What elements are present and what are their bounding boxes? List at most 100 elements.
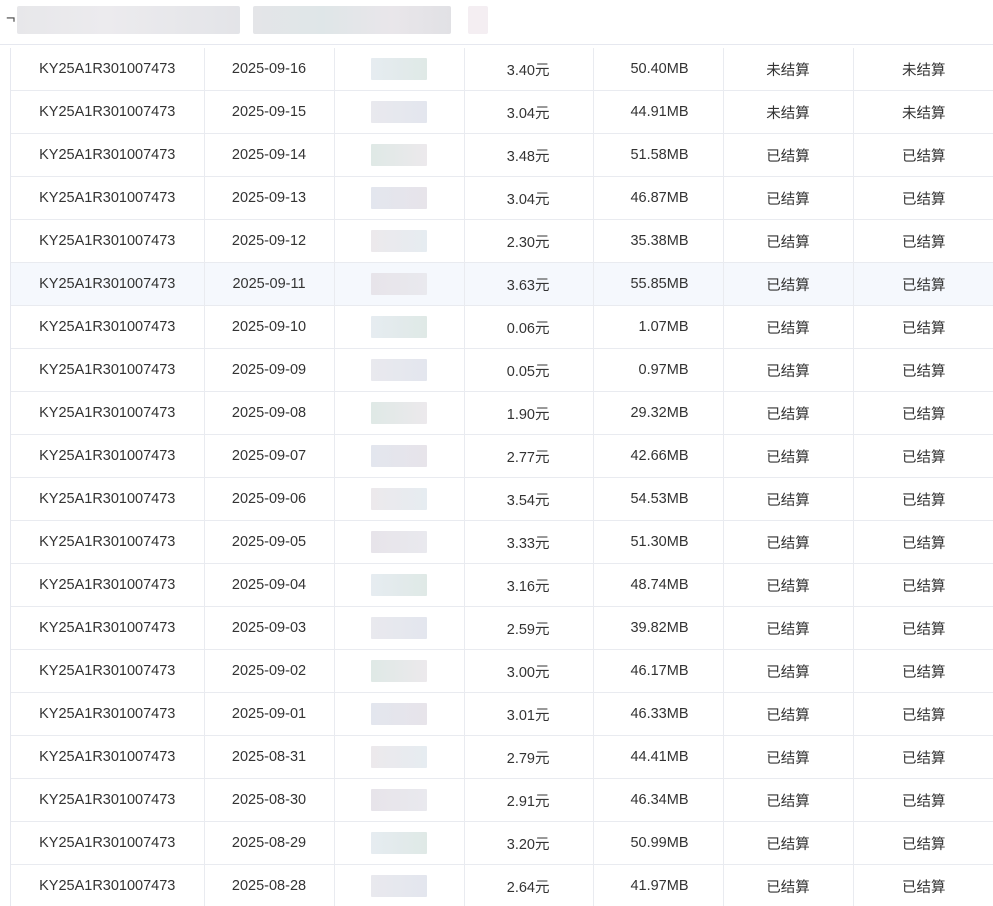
table-row[interactable]: KY25A1R301007473 2025-08-28 2.64元 41.97MB 已结…: [11, 864, 993, 906]
redacted-cell: [334, 735, 465, 779]
traffic-cell: 0.97MB: [593, 348, 724, 392]
traffic-cell: 46.33MB: [593, 692, 724, 736]
table-row[interactable]: KY25A1R301007473 2025-09-10 0.06元 1.07MB 已结算…: [11, 305, 993, 349]
traffic-cell: 46.34MB: [593, 778, 724, 822]
device-id-cell: KY25A1R301007473: [11, 48, 205, 91]
redacted-block: [371, 273, 427, 295]
redacted-header-text: [468, 6, 488, 34]
traffic-cell: 51.30MB: [593, 520, 724, 564]
redacted-block: [371, 187, 427, 209]
device-id-cell: KY25A1R301007473: [11, 692, 205, 736]
table-row[interactable]: KY25A1R301007473 2025-08-29 3.20元 50.99MB 已结…: [11, 821, 993, 865]
table-row[interactable]: KY25A1R301007473 2025-09-07 2.77元 42.66MB 已结…: [11, 434, 993, 478]
settlement-status-cell: 已结算: [853, 606, 993, 650]
table-row[interactable]: KY25A1R301007473 2025-09-11 3.63元 55.85MB 已结…: [11, 262, 993, 306]
redacted-cell: [334, 219, 465, 263]
redacted-block: [371, 316, 427, 338]
traffic-cell: 1.07MB: [593, 305, 724, 349]
traffic-cell: 44.91MB: [593, 90, 724, 134]
traffic-cell: 46.87MB: [593, 176, 724, 220]
amount-cell: 3.01元: [464, 692, 594, 736]
amount-cell: 3.20元: [464, 821, 594, 865]
traffic-cell: 55.85MB: [593, 262, 724, 306]
amount-cell: 3.48元: [464, 133, 594, 177]
table-row[interactable]: KY25A1R301007473 2025-09-08 1.90元 29.32MB 已结…: [11, 391, 993, 435]
device-id-cell: KY25A1R301007473: [11, 563, 205, 607]
redacted-header-text: [17, 6, 240, 34]
table-row[interactable]: KY25A1R301007473 2025-09-02 3.00元 46.17MB 已结…: [11, 649, 993, 693]
redacted-block: [371, 58, 427, 80]
table-row[interactable]: KY25A1R301007473 2025-09-01 3.01元 46.33MB 已结…: [11, 692, 993, 736]
redacted-block: [371, 144, 427, 166]
settlement-status-cell: 已结算: [723, 563, 854, 607]
table-row[interactable]: KY25A1R301007473 2025-09-13 3.04元 46.87MB 已结…: [11, 176, 993, 220]
redacted-cell: [334, 391, 465, 435]
device-id-cell: KY25A1R301007473: [11, 477, 205, 521]
billing-table-container[interactable]: KY25A1R301007473 2025-09-16 3.40元 50.40MB 未结…: [10, 48, 993, 906]
settlement-status-cell: 已结算: [853, 520, 993, 564]
amount-cell: 0.06元: [464, 305, 594, 349]
traffic-cell: 50.40MB: [593, 48, 724, 91]
redacted-block: [371, 445, 427, 467]
amount-cell: 3.04元: [464, 176, 594, 220]
settlement-status-cell: 未结算: [853, 90, 993, 134]
settlement-status-cell: 已结算: [723, 778, 854, 822]
redacted-block: [371, 402, 427, 424]
top-bar: ¬: [0, 0, 993, 45]
traffic-cell: 41.97MB: [593, 864, 724, 906]
amount-cell: 3.40元: [464, 48, 594, 91]
table-row[interactable]: KY25A1R301007473 2025-09-15 3.04元 44.91MB 未结…: [11, 90, 993, 134]
redacted-cell: [334, 778, 465, 822]
redacted-cell: [334, 262, 465, 306]
traffic-cell: 48.74MB: [593, 563, 724, 607]
device-id-cell: KY25A1R301007473: [11, 176, 205, 220]
traffic-cell: 39.82MB: [593, 606, 724, 650]
amount-cell: 3.54元: [464, 477, 594, 521]
settlement-status-cell: 未结算: [723, 48, 854, 91]
settlement-status-cell: 已结算: [853, 176, 993, 220]
date-cell: 2025-09-04: [204, 563, 335, 607]
settlement-status-cell: 已结算: [853, 477, 993, 521]
settlement-status-cell: 已结算: [723, 864, 854, 906]
table-row[interactable]: KY25A1R301007473 2025-08-31 2.79元 44.41MB 已结…: [11, 735, 993, 779]
redacted-block: [371, 875, 427, 897]
amount-cell: 0.05元: [464, 348, 594, 392]
table-row[interactable]: KY25A1R301007473 2025-09-06 3.54元 54.53MB 已结…: [11, 477, 993, 521]
device-id-cell: KY25A1R301007473: [11, 133, 205, 177]
date-cell: 2025-09-16: [204, 48, 335, 91]
date-cell: 2025-09-03: [204, 606, 335, 650]
settlement-status-cell: 已结算: [723, 649, 854, 693]
settlement-status-cell: 已结算: [723, 735, 854, 779]
redacted-cell: [334, 133, 465, 177]
amount-cell: 2.77元: [464, 434, 594, 478]
amount-cell: 2.91元: [464, 778, 594, 822]
device-id-cell: KY25A1R301007473: [11, 348, 205, 392]
table-row[interactable]: KY25A1R301007473 2025-08-30 2.91元 46.34MB 已结…: [11, 778, 993, 822]
table-row[interactable]: KY25A1R301007473 2025-09-16 3.40元 50.40MB 未结…: [11, 48, 993, 91]
table-row[interactable]: KY25A1R301007473 2025-09-12 2.30元 35.38MB 已结…: [11, 219, 993, 263]
date-cell: 2025-09-08: [204, 391, 335, 435]
settlement-status-cell: 未结算: [853, 48, 993, 91]
date-cell: 2025-09-11: [204, 262, 335, 306]
redacted-block: [371, 746, 427, 768]
table-row[interactable]: KY25A1R301007473 2025-09-03 2.59元 39.82MB 已结…: [11, 606, 993, 650]
amount-cell: 3.04元: [464, 90, 594, 134]
traffic-cell: 44.41MB: [593, 735, 724, 779]
date-cell: 2025-09-10: [204, 305, 335, 349]
device-id-cell: KY25A1R301007473: [11, 821, 205, 865]
redacted-cell: [334, 348, 465, 392]
redacted-cell: [334, 477, 465, 521]
table-row[interactable]: KY25A1R301007473 2025-09-09 0.05元 0.97MB 已结算…: [11, 348, 993, 392]
traffic-cell: 46.17MB: [593, 649, 724, 693]
device-id-cell: KY25A1R301007473: [11, 735, 205, 779]
settlement-status-cell: 已结算: [853, 391, 993, 435]
table-row[interactable]: KY25A1R301007473 2025-09-05 3.33元 51.30MB 已结…: [11, 520, 993, 564]
settlement-status-cell: 已结算: [853, 821, 993, 865]
amount-cell: 3.33元: [464, 520, 594, 564]
settlement-status-cell: 已结算: [853, 262, 993, 306]
settlement-status-cell: 已结算: [853, 434, 993, 478]
table-row[interactable]: KY25A1R301007473 2025-09-14 3.48元 51.58MB 已结…: [11, 133, 993, 177]
table-row[interactable]: KY25A1R301007473 2025-09-04 3.16元 48.74MB 已结…: [11, 563, 993, 607]
redacted-block: [371, 574, 427, 596]
redacted-cell: [334, 606, 465, 650]
